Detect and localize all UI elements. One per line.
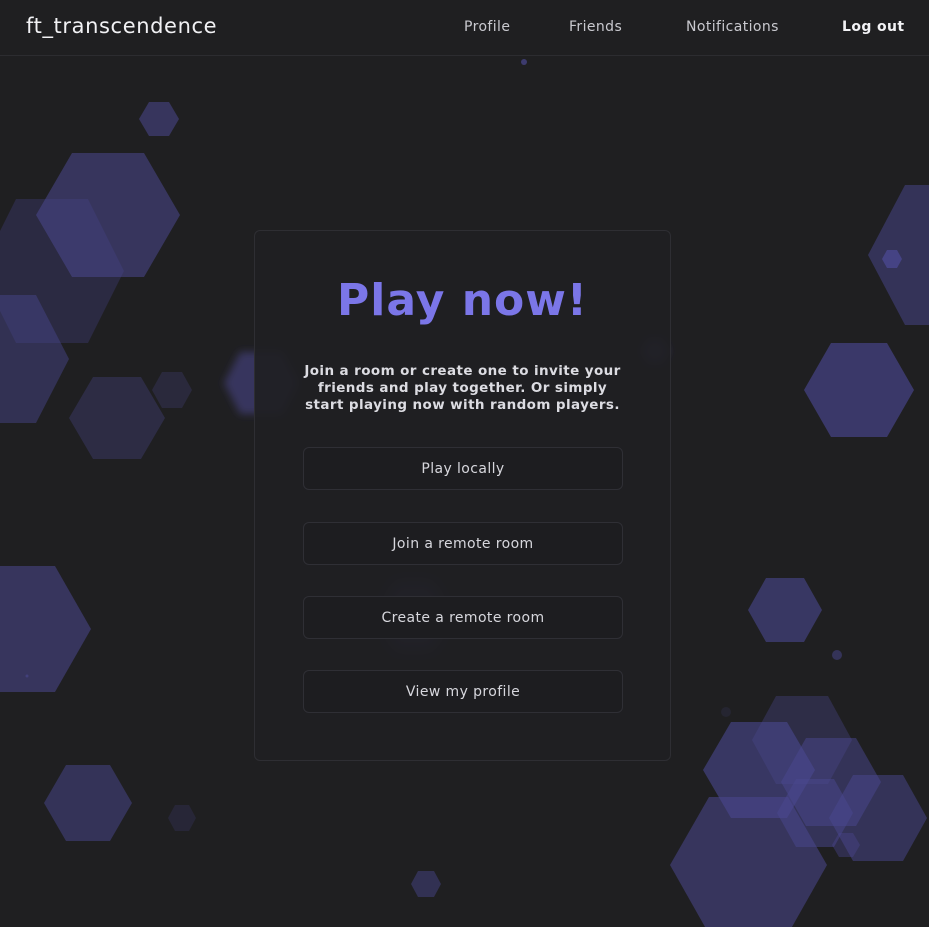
play-card: Play now! Join a room or create one to i…	[254, 230, 671, 761]
hexagon-shape	[804, 343, 914, 437]
hexagon-shape	[703, 722, 815, 818]
brand-logo[interactable]: ft_transcendence	[26, 14, 217, 38]
logout-button[interactable]: Log out	[842, 19, 905, 35]
dot-shape	[25, 674, 29, 678]
nav-link-profile[interactable]: Profile	[464, 19, 510, 35]
hexagon-shape	[168, 805, 196, 831]
hexagon-shape	[0, 566, 91, 692]
hexagon-shape	[411, 871, 441, 897]
hexagon-shape	[882, 250, 902, 268]
nav-link-friends[interactable]: Friends	[569, 19, 622, 35]
hexagon-shape	[781, 738, 881, 826]
page-title: Play now!	[337, 275, 588, 326]
navbar: ft_transcendence Profile Friends Notific…	[0, 0, 929, 56]
hexagon-shape	[829, 775, 927, 861]
hexagon-shape	[69, 377, 165, 459]
play-locally-button[interactable]: Play locally	[303, 447, 623, 490]
hexagon-shape	[777, 779, 853, 847]
nav-link-notifications[interactable]: Notifications	[686, 19, 779, 35]
hexagon-shape	[36, 153, 180, 277]
hexagon-shape	[139, 102, 179, 136]
dot-shape	[721, 707, 731, 717]
create-remote-room-button[interactable]: Create a remote room	[303, 596, 623, 639]
page: ft_transcendence Profile Friends Notific…	[0, 0, 929, 927]
card-description: Join a room or create one to invite your…	[304, 363, 621, 413]
join-remote-room-button[interactable]: Join a remote room	[303, 522, 623, 565]
hexagon-shape	[748, 578, 822, 642]
hexagon-shape	[752, 696, 852, 784]
hexagon-shape	[44, 765, 132, 841]
hexagon-shape	[868, 185, 929, 325]
hexagon-shape	[0, 199, 124, 343]
hexagon-shape	[0, 295, 69, 423]
hexagon-shape	[152, 372, 192, 408]
hexagon-shape	[832, 833, 860, 857]
dot-shape	[832, 650, 842, 660]
hexagon-shape	[670, 797, 827, 927]
dot-shape	[521, 59, 527, 65]
view-profile-button[interactable]: View my profile	[303, 670, 623, 713]
